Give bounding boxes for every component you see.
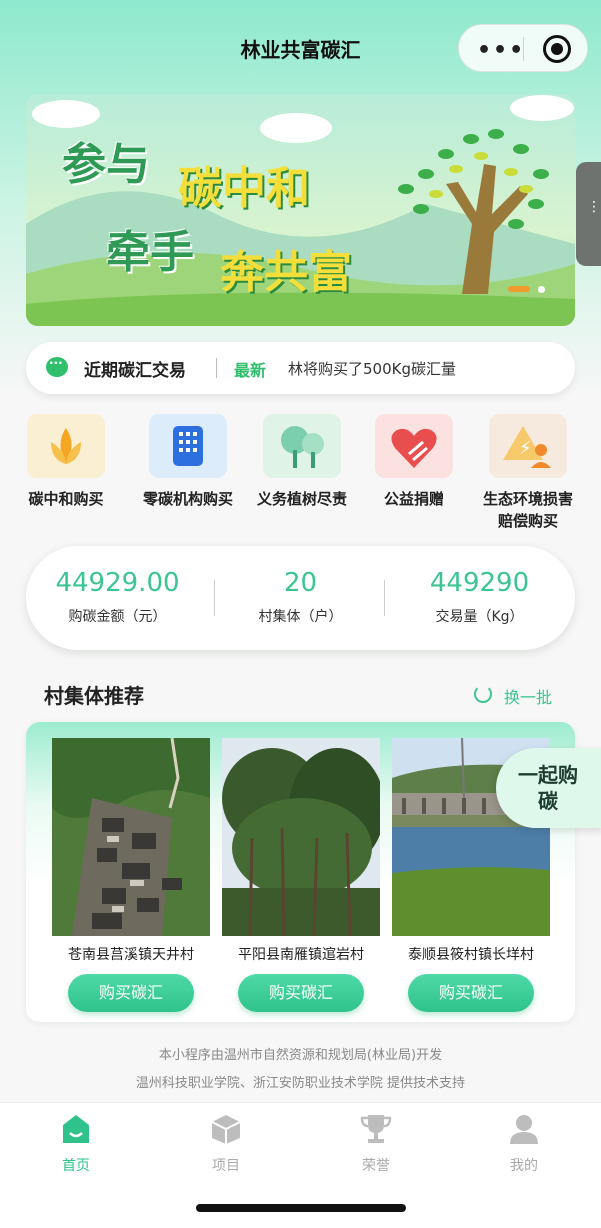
stat-village-count: 20 村集体（户） (209, 568, 392, 626)
tab-label: 荣誉 (362, 1158, 390, 1174)
carousel-dot-active (508, 286, 530, 292)
ticker-title: 近期碳汇交易 (84, 361, 186, 381)
heart-hand-icon (375, 414, 453, 478)
buy-carbon-button[interactable]: 购买碳汇 (408, 974, 534, 1012)
category-label: 碳中和购买 (28, 490, 104, 508)
section-title: 村集体推荐 (44, 684, 144, 708)
village-name: 苍南县莒溪镇天井村 (68, 947, 194, 963)
stat-purchase-amount: 44929.00 购碳金额（元） (26, 568, 209, 626)
stats-card: 44929.00 购碳金额（元） 20 村集体（户） 449290 交易量（Kg… (26, 546, 575, 650)
recent-trade-ticker[interactable]: 近期碳汇交易 最新 林将购买了500Kg碳汇量 (26, 342, 575, 394)
village-name: 平阳县南雁镇逭岩村 (238, 947, 364, 963)
buy-carbon-button[interactable]: 购买碳汇 (68, 974, 194, 1012)
refresh-label: 换一批 (504, 688, 553, 707)
banner-slogan-1b: 碳中和 (178, 163, 310, 214)
stat-divider (384, 580, 385, 616)
category-label: 生态环境损害赔偿购买 (482, 490, 573, 530)
tab-honors[interactable]: 荣誉 (326, 1113, 426, 1175)
side-drawer-handle[interactable]: ⋮ (576, 162, 601, 266)
tab-label: 我的 (510, 1158, 538, 1174)
warning-person-icon: ⚡ (489, 414, 567, 478)
stat-caption: 村集体（户） (258, 609, 343, 625)
category-label: 义务植树尽责 (256, 490, 347, 508)
stat-caption: 购碳金额（元） (68, 609, 167, 625)
village-recommend-panel: 苍南县莒溪镇天井村 购买碳汇 平阳县南雁镇逭岩村 购买碳汇 泰顺县筱村镇长垟村 … (26, 722, 575, 1022)
category-zero-carbon-org[interactable]: 零碳机构购买 (138, 414, 238, 510)
chat-bubble-icon (46, 356, 68, 377)
lotus-icon (27, 414, 105, 478)
box-icon (211, 1115, 241, 1144)
village-photo (52, 738, 210, 936)
nav-header: 林业共富碳汇 ••• (0, 22, 601, 76)
village-photo (222, 738, 380, 936)
mini-program-capsule: ••• (458, 24, 588, 72)
stat-value: 44929.00 (55, 568, 180, 598)
stat-trade-volume: 449290 交易量（Kg） (388, 568, 571, 626)
village-card[interactable]: 平阳县南雁镇逭岩村 购买碳汇 (222, 738, 380, 1012)
group-buy-float-button[interactable]: 一起购碳 (496, 748, 601, 828)
category-carbon-neutral[interactable]: 碳中和购买 (16, 414, 116, 510)
footer-developer: 本小程序由温州市自然资源和规划局(林业局)开发 (158, 1048, 443, 1063)
stat-value: 20 (283, 568, 318, 598)
category-label: 公益捐赠 (383, 490, 444, 508)
trees-icon (263, 414, 341, 478)
category-label: 零碳机构购买 (142, 490, 233, 508)
banner-slogan-2a: 牵手 (106, 227, 194, 278)
stat-caption: 交易量（Kg） (435, 609, 524, 625)
carousel-dot (538, 286, 545, 293)
tab-label: 首页 (62, 1158, 90, 1174)
tab-mine[interactable]: 我的 (474, 1113, 574, 1175)
ticker-message: 林将购买了500Kg碳汇量 (288, 360, 456, 378)
tab-projects[interactable]: 项目 (176, 1113, 276, 1175)
banner-slogan-2b: 奔共富 (220, 247, 352, 298)
category-eco-compensation[interactable]: ⚡ 生态环境损害赔偿购买 (478, 414, 578, 532)
refresh-icon (474, 685, 492, 703)
category-donation[interactable]: 公益捐赠 (364, 414, 464, 510)
banner-slogan-1a: 参与 (62, 139, 150, 190)
tab-home[interactable]: 首页 (26, 1113, 126, 1175)
home-indicator (196, 1204, 406, 1212)
target-icon[interactable] (543, 35, 571, 63)
building-icon (149, 414, 227, 478)
village-card[interactable]: 苍南县莒溪镇天井村 购买碳汇 (52, 738, 210, 1012)
buy-carbon-button[interactable]: 购买碳汇 (238, 974, 364, 1012)
tab-label: 项目 (212, 1158, 240, 1174)
footer-support: 温州科技职业学院、浙江安防职业技术学院 提供技术支持 (135, 1076, 466, 1091)
more-dots-icon[interactable]: ••• (477, 38, 525, 63)
svg-text:⚡: ⚡ (519, 438, 532, 459)
banner-carousel[interactable]: 参与 碳中和 牵手 奔共富 (26, 94, 575, 326)
user-icon (510, 1115, 538, 1144)
stat-value: 449290 (429, 568, 530, 598)
ticker-divider (216, 358, 217, 378)
capsule-divider (523, 37, 524, 61)
home-icon (63, 1115, 89, 1143)
category-tree-planting[interactable]: 义务植树尽责 (252, 414, 352, 510)
trophy-icon (360, 1115, 392, 1143)
latest-badge: 最新 (234, 361, 267, 380)
village-name: 泰顺县筱村镇长垟村 (408, 947, 534, 963)
group-buy-label: 一起购碳 (518, 763, 578, 813)
